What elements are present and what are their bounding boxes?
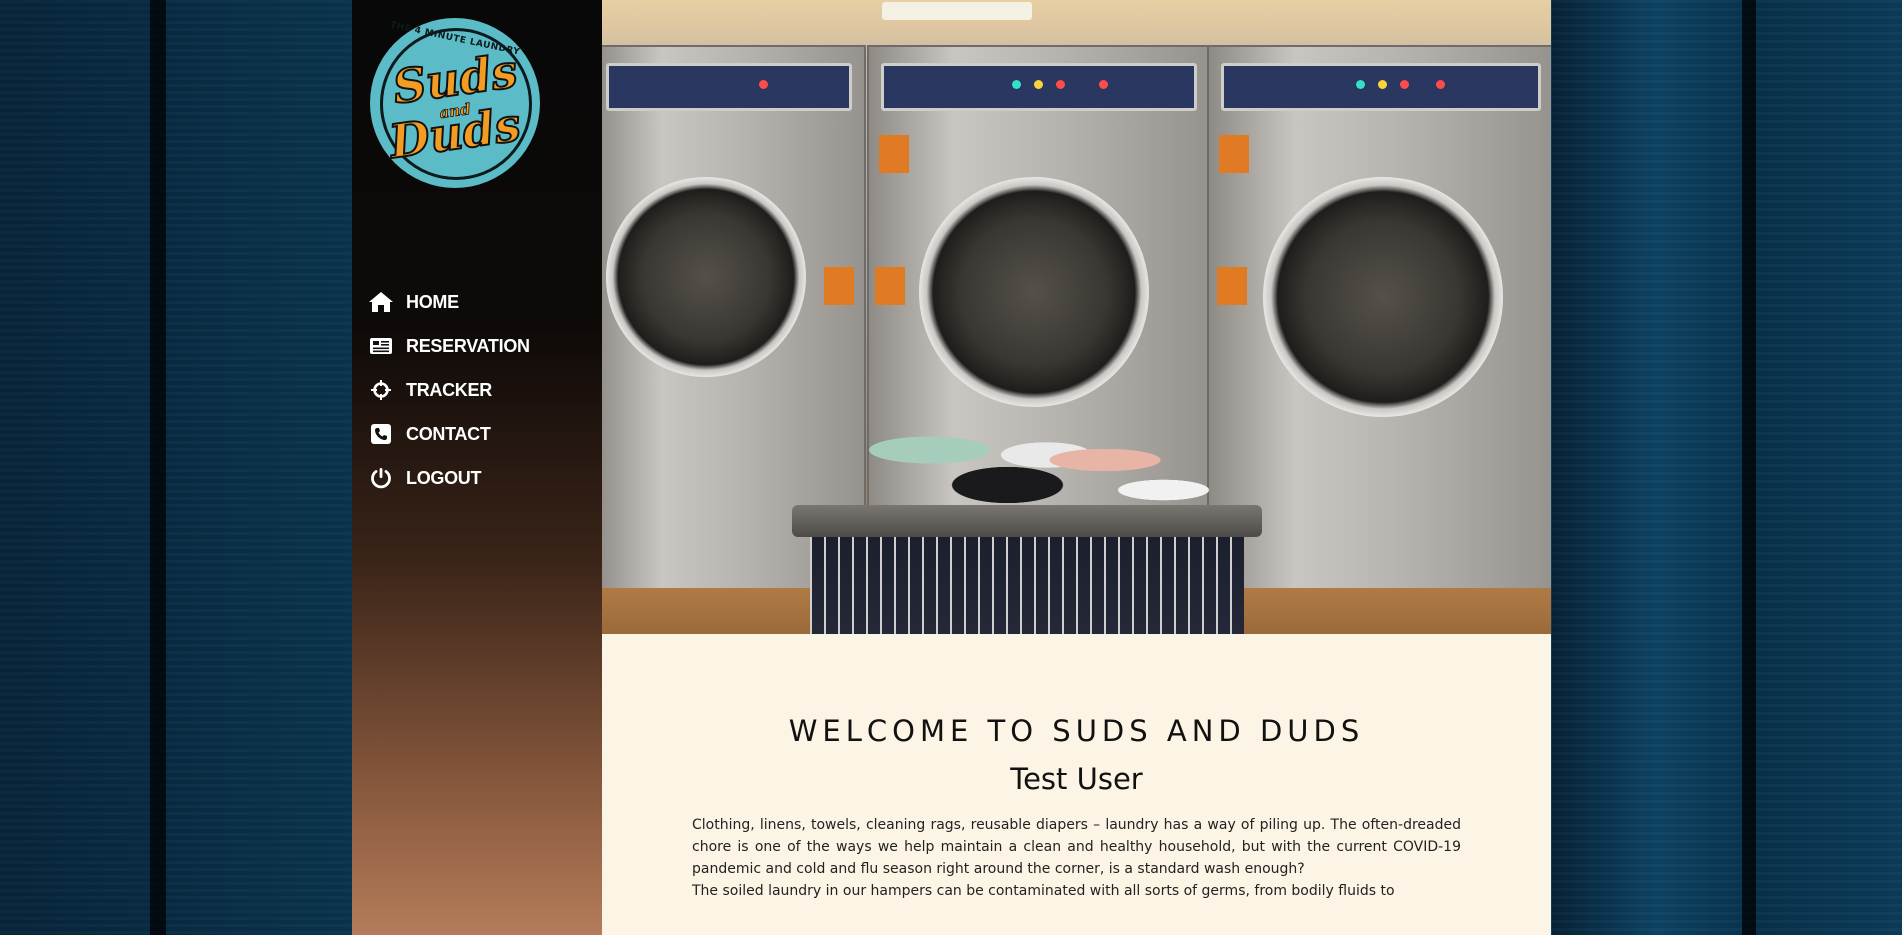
suds-and-duds-logo[interactable]: THE 4 MINUTE LAUNDRY Suds and Duds <box>370 18 540 188</box>
nav-label-contact: CONTACT <box>406 423 491 444</box>
main-content: WELCOME TO SUDS AND DUDS Test User Cloth… <box>602 0 1551 935</box>
basket-wire <box>810 537 1244 634</box>
washer-door <box>1263 177 1503 417</box>
wood-background-right <box>1552 0 1902 935</box>
main-nav: HOME RESERVATION TRACKER CONTACT LOGOUT <box>366 280 530 500</box>
nav-item-reservation[interactable]: RESERVATION <box>366 324 530 368</box>
washer-panel <box>606 63 852 111</box>
home-icon <box>366 291 396 313</box>
nav-item-logout[interactable]: LOGOUT <box>366 456 530 500</box>
newspaper-icon <box>366 337 396 355</box>
power-icon <box>366 466 396 490</box>
nav-label-home: HOME <box>406 291 459 312</box>
nav-label-reservation: RESERVATION <box>406 335 530 356</box>
crosshair-icon <box>366 379 396 401</box>
phone-icon <box>366 423 396 445</box>
page-title: WELCOME TO SUDS AND DUDS <box>788 714 1365 748</box>
laundry-basket <box>792 415 1262 634</box>
pile-of-clothes <box>832 415 1222 515</box>
washer-door <box>919 177 1149 407</box>
intro-text: Clothing, linens, towels, cleaning rags,… <box>692 814 1461 902</box>
washer-panel <box>1221 63 1541 111</box>
washer-door <box>606 177 806 377</box>
nav-item-tracker[interactable]: TRACKER <box>366 368 530 412</box>
user-name: Test User <box>1010 762 1143 796</box>
intro-paragraph-1: Clothing, linens, towels, cleaning rags,… <box>692 817 1461 877</box>
sidebar: THE 4 MINUTE LAUNDRY Suds and Duds HOME … <box>352 0 602 935</box>
nav-item-home[interactable]: HOME <box>366 280 530 324</box>
washer-panel <box>881 63 1197 111</box>
nav-label-tracker: TRACKER <box>406 379 492 400</box>
welcome-section: WELCOME TO SUDS AND DUDS Test User Cloth… <box>602 634 1551 902</box>
intro-paragraph-2: The soiled laundry in our hampers can be… <box>692 883 1395 899</box>
hero-laundromat-image <box>602 0 1551 634</box>
nav-item-contact[interactable]: CONTACT <box>366 412 530 456</box>
nav-label-logout: LOGOUT <box>406 467 482 488</box>
ceiling-light <box>882 2 1032 20</box>
basket-rim <box>792 505 1262 537</box>
